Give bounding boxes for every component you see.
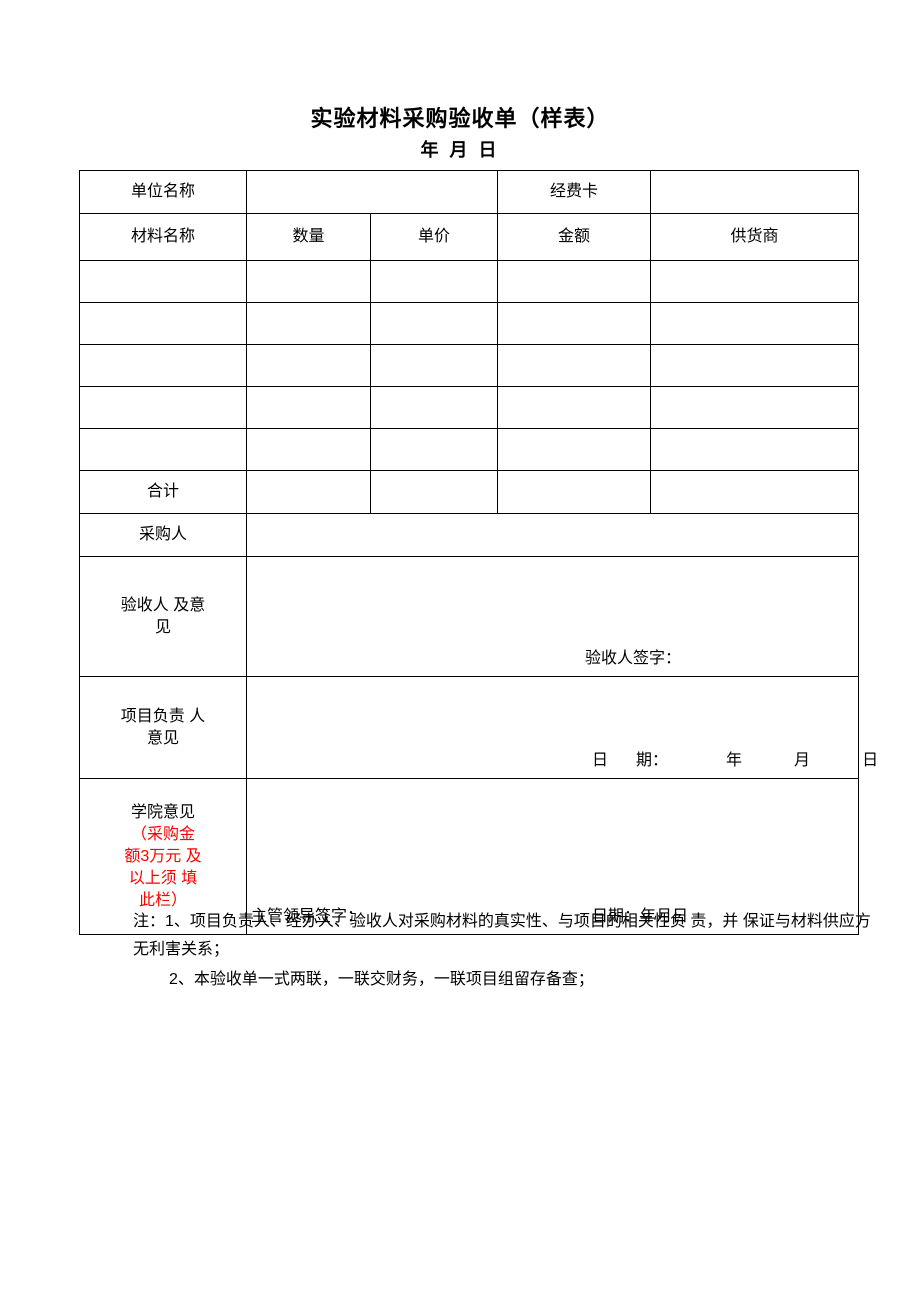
cell-supplier[interactable]: [650, 260, 859, 303]
unit-name-value[interactable]: [246, 170, 498, 214]
cell-material-name[interactable]: [79, 344, 247, 387]
cell-supplier[interactable]: [650, 428, 859, 471]
total-supplier[interactable]: [650, 470, 859, 514]
funding-card-label: 经费卡: [497, 170, 651, 214]
page-title: 实验材料采购验收单（样表）: [310, 106, 610, 131]
table-row: [79, 344, 859, 387]
date-label: 日: [592, 752, 609, 769]
table-row: [79, 260, 859, 303]
cell-material-name[interactable]: [79, 428, 247, 471]
buyer-label: 采购人: [79, 513, 247, 557]
cell-unit-price[interactable]: [370, 428, 498, 471]
cell-quantity[interactable]: [246, 302, 371, 345]
inspector-label-line1: 验收人 及意: [120, 596, 206, 614]
table-row-project-leader: 项目负责 人 意见 日 期： 年 月 日: [79, 676, 878, 779]
cell-material-name[interactable]: [79, 302, 247, 345]
unit-name-label: 单位名称: [79, 170, 247, 214]
table-row-headers: 材料名称 数量 单价 金额 供货商: [79, 213, 859, 261]
cell-unit-price[interactable]: [370, 302, 498, 345]
date-day: 日: [862, 752, 879, 769]
date-subtitle: 年 月 日: [420, 140, 500, 160]
table-row: [79, 428, 859, 471]
cell-quantity[interactable]: [246, 428, 371, 471]
cell-quantity[interactable]: [246, 386, 371, 429]
cell-amount[interactable]: [497, 344, 651, 387]
total-quantity[interactable]: [246, 470, 371, 514]
column-header-material-name: 材料名称: [79, 213, 247, 261]
date-year: 年: [726, 752, 743, 769]
table-row: [79, 386, 859, 429]
note-item-1-line1: 注：1、项目负责人、经办人、验收人对采购材料的真实性、与项目的相关性负 责，并: [133, 913, 739, 930]
date-month: 月: [794, 752, 811, 769]
buyer-value[interactable]: [246, 513, 859, 557]
form-notes: 注：1、项目负责人、经办人、验收人对采购材料的真实性、与项目的相关性负 责，并 …: [133, 908, 873, 994]
title-block: 实验材料采购验收单（样表） 年 月 日: [0, 104, 920, 164]
project-leader-label-line2: 意见: [146, 729, 179, 747]
project-leader-label-line1: 项目负责 人: [120, 707, 206, 725]
total-label: 合计: [79, 470, 247, 514]
cell-quantity[interactable]: [246, 260, 371, 303]
document-page: 实验材料采购验收单（样表） 年 月 日 单位名称 经费卡 材料名称 数量 单价: [0, 0, 920, 1301]
cell-supplier[interactable]: [650, 344, 859, 387]
date-label-2: 期：: [636, 752, 669, 769]
table-row-unit: 单位名称 经费卡: [79, 170, 859, 214]
column-header-amount: 金额: [497, 213, 651, 261]
cell-quantity[interactable]: [246, 344, 371, 387]
cell-amount[interactable]: [497, 386, 651, 429]
purchase-acceptance-form: 单位名称 经费卡 材料名称 数量 单价 金额 供货商 合计 采购人 验收人 及意…: [79, 170, 878, 935]
cell-supplier[interactable]: [650, 386, 859, 429]
college-note-line1: （采购金: [130, 825, 195, 843]
inspector-signature-area: 验收人签字：: [247, 557, 858, 676]
cell-supplier[interactable]: [650, 302, 859, 345]
table-row: [79, 302, 859, 345]
project-leader-content-cell[interactable]: 日 期： 年 月 日: [246, 676, 878, 779]
inspector-label: 验收人 及意 见: [79, 556, 247, 677]
funding-card-value[interactable]: [650, 170, 859, 214]
cell-unit-price[interactable]: [370, 344, 498, 387]
note-item-2: 2、本验收单一式两联，一联交财务，一联项目组留存备查；: [169, 971, 594, 988]
college-label-title: 学院意见: [130, 803, 195, 821]
cell-unit-price[interactable]: [370, 386, 498, 429]
college-note-line2: 额3万元 及: [124, 847, 202, 865]
inspector-label-line2: 见: [154, 618, 171, 636]
cell-material-name[interactable]: [79, 260, 247, 303]
total-unit-price[interactable]: [370, 470, 498, 514]
project-leader-date-area: 日 期： 年 月 日: [247, 677, 878, 778]
table-row-total: 合计: [79, 470, 859, 514]
column-header-quantity: 数量: [246, 213, 371, 261]
inspector-signature-label: 验收人签字：: [585, 650, 682, 667]
total-amount[interactable]: [497, 470, 651, 514]
cell-material-name[interactable]: [79, 386, 247, 429]
inspector-content-cell[interactable]: 验收人签字：: [246, 556, 859, 677]
column-header-supplier: 供货商: [650, 213, 859, 261]
cell-amount[interactable]: [497, 260, 651, 303]
college-note-line3: 以上须 填: [128, 869, 198, 887]
cell-amount[interactable]: [497, 428, 651, 471]
project-leader-date-line: 日 期： 年 月 日: [247, 750, 878, 772]
cell-amount[interactable]: [497, 302, 651, 345]
table-row-buyer: 采购人: [79, 513, 859, 557]
cell-unit-price[interactable]: [370, 260, 498, 303]
project-leader-label: 项目负责 人 意见: [79, 676, 247, 779]
column-header-unit-price: 单价: [370, 213, 498, 261]
note-item-1: 注：1、项目负责人、经办人、验收人对采购材料的真实性、与项目的相关性负 责，并 …: [133, 908, 873, 964]
table-row-inspector: 验收人 及意 见 验收人签字：: [79, 556, 859, 677]
